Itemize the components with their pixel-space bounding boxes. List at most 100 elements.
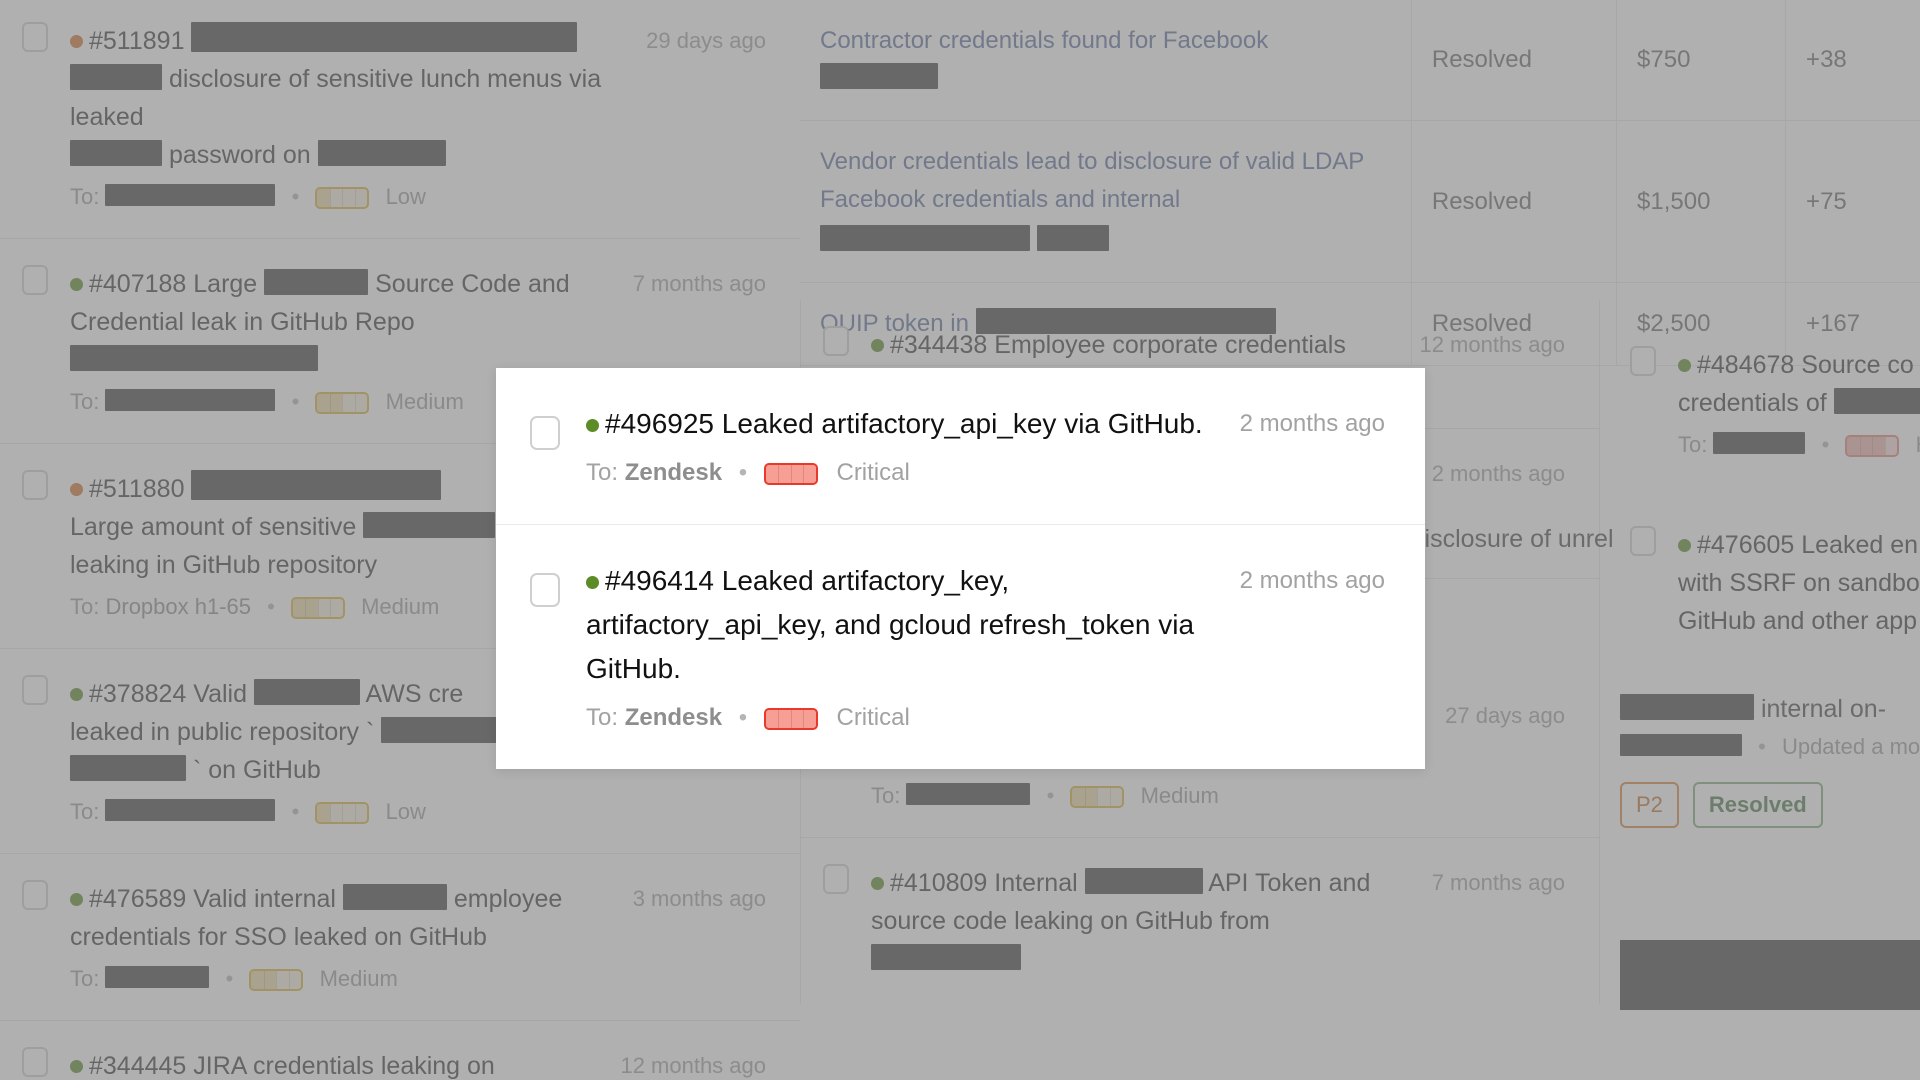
report-title[interactable]: #410809 Internal API Token and source co… (871, 864, 1410, 978)
redacted-text (363, 512, 496, 538)
report-title-line: AWS cre (365, 680, 464, 708)
report-title-line: #344438 Employee corporate credentials (890, 331, 1346, 359)
redacted-text (70, 755, 186, 781)
report-title-line: leaking in GitHub repository (70, 551, 378, 579)
table-cell-bounty: $1,500 (1616, 120, 1787, 283)
meta-separator: • (738, 704, 748, 731)
report-title-line: internal on- (1760, 695, 1887, 723)
list-item[interactable]: #511891 disclosure of sensitive lunch me… (0, 0, 800, 239)
popup-list-item[interactable]: #496414 Leaked artifactory_key, artifact… (496, 524, 1425, 769)
row-checkbox[interactable] (22, 265, 48, 295)
badge-group: P2 Resolved (1620, 782, 1920, 828)
meta-separator: • (291, 389, 300, 414)
report-timestamp: 12 months ago (620, 1053, 766, 1078)
row-checkbox[interactable] (22, 22, 48, 52)
meta-separator: • (267, 594, 275, 619)
report-title[interactable]: internal on- (1620, 690, 1920, 728)
state-dot-icon (586, 419, 599, 432)
table-cell-link[interactable]: Contractor credentials found for Faceboo… (800, 0, 1412, 121)
report-title-line: GitHub and other app (1678, 607, 1918, 635)
row-checkbox[interactable] (1630, 346, 1656, 376)
severity-label: Critical (836, 704, 910, 731)
meta-separator: • (291, 799, 300, 824)
report-title[interactable]: #407188 Large Source Code and Credential… (70, 265, 611, 379)
table-cell-status: Resolved (1411, 0, 1618, 121)
list-item[interactable]: internal on- • Updated a mont P2 Resolve… (1620, 690, 1920, 828)
severity-meter-icon (763, 463, 818, 485)
list-item[interactable]: #484678 Source co credentials of To: • H… (1600, 320, 1920, 486)
report-meta: To: • High (1678, 430, 1920, 460)
to-label: To: (871, 783, 901, 808)
report-timestamp: 7 months ago (1431, 870, 1565, 895)
row-checkbox[interactable] (22, 1047, 48, 1077)
redacted-text (820, 63, 938, 89)
report-title-text: #496414 Leaked artifactory_key, artifact… (586, 565, 1195, 684)
table-row[interactable]: Contractor credentials found for Faceboo… (800, 0, 1920, 121)
report-title[interactable]: #476589 Valid internal employee credenti… (70, 880, 611, 956)
to-label: To: (70, 966, 100, 991)
report-link[interactable]: Vendor credentials lead to disclosure of… (820, 148, 1364, 213)
report-meta: To: Zendesk • Critical (586, 701, 1214, 735)
reports-list-right: #484678 Source co credentials of To: • H… (1230, 320, 1920, 1010)
redacted-text (1620, 694, 1754, 720)
list-item[interactable]: #344445 JIRA credentials leaking on GitH… (0, 1021, 800, 1080)
redacted-program (105, 389, 276, 411)
report-timestamp: 3 months ago (632, 886, 766, 911)
row-checkbox[interactable] (823, 864, 849, 894)
report-title-line: credentials for SSO leaked on GitHub (70, 923, 487, 951)
to-label: To: (70, 799, 100, 824)
row-checkbox[interactable] (530, 573, 560, 607)
row-checkbox[interactable] (22, 675, 48, 705)
severity-label: Critical (836, 459, 910, 486)
report-link[interactable]: Contractor credentials found for Faceboo… (820, 27, 1268, 54)
table-row[interactable]: Vendor credentials lead to disclosure of… (800, 120, 1920, 283)
redacted-text (70, 64, 162, 90)
popup-list-item[interactable]: #496925 Leaked artifactory_api_key via G… (496, 368, 1425, 524)
screenshot-canvas: #511891 disclosure of sensitive lunch me… (0, 0, 1920, 1080)
report-title-line: credentials of (1678, 389, 1827, 417)
table-cell-link[interactable]: Vendor credentials lead to disclosure of… (800, 120, 1412, 283)
severity-meter-icon (290, 597, 345, 619)
report-preview-popup[interactable]: #496925 Leaked artifactory_api_key via G… (496, 368, 1425, 769)
report-timestamp: 29 days ago (646, 28, 766, 53)
report-title[interactable]: #484678 Source co credentials of (1678, 346, 1920, 422)
row-checkbox[interactable] (530, 416, 560, 450)
state-dot-icon (70, 483, 83, 496)
redacted-text (1620, 734, 1742, 756)
redacted-text (70, 345, 318, 371)
to-label: To: (586, 459, 619, 486)
to-label: To: (70, 184, 100, 209)
report-title[interactable]: #344445 JIRA credentials leaking on GitH… (70, 1047, 598, 1080)
updated-label: Updated a mont (1781, 734, 1920, 759)
report-id: #410809 Internal (890, 869, 1078, 897)
meta-separator: • (738, 459, 748, 486)
severity-label: Medium (1140, 783, 1219, 808)
to-value[interactable]: Zendesk (625, 704, 722, 731)
list-item[interactable]: #410809 Internal API Token and source co… (801, 838, 1599, 1004)
redacted-program (105, 184, 276, 206)
priority-badge: P2 (1620, 782, 1679, 828)
severity-label: Medium (319, 966, 398, 991)
to-label: To: (1678, 432, 1708, 457)
row-checkbox[interactable] (22, 470, 48, 500)
redacted-text (253, 679, 360, 705)
severity-meter-icon (763, 708, 818, 730)
report-title-line: ` on GitHub (192, 756, 321, 784)
severity-label: Low (385, 184, 426, 209)
state-dot-icon (70, 35, 83, 48)
row-checkbox[interactable] (22, 880, 48, 910)
report-title[interactable]: #496925 Leaked artifactory_api_key via G… (586, 402, 1214, 446)
report-id: #476589 Valid internal (89, 885, 336, 913)
row-checkbox[interactable] (823, 326, 849, 356)
report-title[interactable]: #496414 Leaked artifactory_key, artifact… (586, 559, 1214, 691)
list-item[interactable]: #476589 Valid internal employee credenti… (0, 854, 800, 1021)
report-meta: • Updated a mont (1620, 734, 1920, 760)
redacted-program (1713, 432, 1806, 454)
report-title-line: Large amount of sensitive (70, 513, 357, 541)
meta-separator: • (291, 184, 300, 209)
report-title[interactable]: #511891 disclosure of sensitive lunch me… (70, 22, 624, 174)
to-value[interactable]: Zendesk (625, 459, 722, 486)
redacted-program (906, 783, 1031, 805)
to-value[interactable]: Dropbox h1-65 (105, 594, 251, 619)
list-item[interactable]: #476605 Leaked en with SSRF on sandbox G… (1600, 486, 1920, 666)
